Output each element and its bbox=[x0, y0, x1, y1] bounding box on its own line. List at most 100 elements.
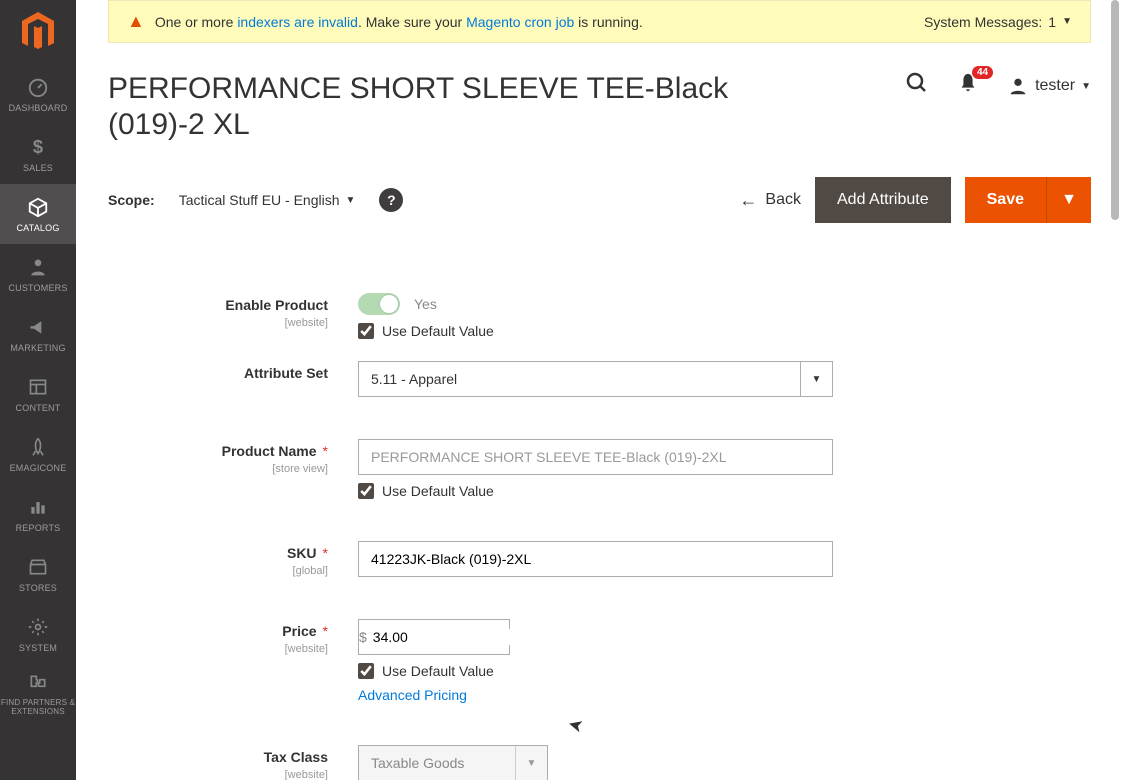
notification-badge: 44 bbox=[972, 66, 993, 79]
indexers-link[interactable]: indexers are invalid bbox=[237, 14, 358, 30]
nav-marketing[interactable]: MARKETING bbox=[0, 304, 76, 364]
system-message-bar: ▲ One or more indexers are invalid. Make… bbox=[108, 0, 1091, 43]
dashboard-icon bbox=[26, 75, 50, 99]
system-messages-toggle[interactable]: System Messages: 1 ▼ bbox=[924, 14, 1072, 30]
checkbox-input[interactable] bbox=[358, 323, 374, 339]
back-button[interactable]: ← Back bbox=[739, 190, 801, 211]
product-name-label: Product Name bbox=[222, 443, 317, 459]
sysmsg-mid: . Make sure your bbox=[358, 14, 466, 30]
price-input[interactable] bbox=[367, 629, 560, 645]
required-star: * bbox=[323, 545, 328, 561]
chevron-down-icon: ▼ bbox=[515, 746, 547, 780]
nav-customers-label: CUSTOMERS bbox=[8, 283, 67, 293]
enable-product-label: Enable Product bbox=[225, 297, 328, 313]
magento-logo-icon bbox=[20, 12, 56, 52]
product-name-input[interactable] bbox=[358, 439, 833, 475]
chevron-down-icon: ▼ bbox=[1081, 81, 1091, 92]
attribute-set-select[interactable]: 5.11 - Apparel ▼ bbox=[358, 361, 833, 397]
user-menu[interactable]: tester ▼ bbox=[1007, 75, 1091, 97]
nav-dashboard-label: DASHBOARD bbox=[9, 103, 68, 113]
price-default-checkbox[interactable]: Use Default Value bbox=[358, 663, 1091, 679]
scope-label: Scope: bbox=[108, 192, 155, 208]
required-star: * bbox=[323, 623, 328, 639]
required-star: * bbox=[323, 443, 328, 459]
nav-sales-label: SALES bbox=[23, 163, 53, 173]
system-message-text: One or more indexers are invalid. Make s… bbox=[155, 14, 643, 30]
nav-catalog[interactable]: CATALOG bbox=[0, 184, 76, 244]
sku-input[interactable] bbox=[358, 541, 833, 577]
back-label: Back bbox=[765, 191, 801, 209]
use-default-label: Use Default Value bbox=[382, 323, 494, 339]
nav-content[interactable]: CONTENT bbox=[0, 364, 76, 424]
product-name-default-checkbox[interactable]: Use Default Value bbox=[358, 483, 1091, 499]
person-icon bbox=[26, 255, 50, 279]
save-button[interactable]: Save bbox=[965, 177, 1046, 223]
sku-label: SKU bbox=[287, 545, 317, 561]
page-title: PERFORMANCE SHORT SLEEVE TEE-Black (019)… bbox=[108, 71, 748, 143]
user-name: tester bbox=[1035, 77, 1075, 95]
tax-class-label: Tax Class bbox=[264, 749, 328, 765]
nav-partners-label: FIND PARTNERS & EXTENSIONS bbox=[0, 699, 76, 717]
product-name-scope: [store view] bbox=[108, 463, 328, 475]
enable-product-scope: [website] bbox=[108, 317, 328, 329]
layout-icon bbox=[26, 375, 50, 399]
nav-stores-label: STORES bbox=[19, 583, 57, 593]
currency-symbol: $ bbox=[359, 629, 367, 645]
chevron-down-icon: ▼ bbox=[1061, 191, 1077, 209]
advanced-pricing-link[interactable]: Advanced Pricing bbox=[358, 687, 1091, 703]
nav-sales[interactable]: $ SALES bbox=[0, 124, 76, 184]
gear-icon bbox=[26, 615, 50, 639]
nav-customers[interactable]: CUSTOMERS bbox=[0, 244, 76, 304]
warning-icon: ▲ bbox=[127, 11, 145, 32]
use-default-label: Use Default Value bbox=[382, 663, 494, 679]
enable-product-default-checkbox[interactable]: Use Default Value bbox=[358, 323, 1091, 339]
sku-scope: [global] bbox=[108, 565, 328, 577]
sysmsg-right-label: System Messages: bbox=[924, 14, 1042, 30]
store-icon bbox=[26, 555, 50, 579]
notification-icon[interactable]: 44 bbox=[957, 72, 979, 100]
chevron-down-icon: ▼ bbox=[800, 362, 832, 396]
cron-link[interactable]: Magento cron job bbox=[466, 14, 574, 30]
scope-selector[interactable]: Tactical Stuff EU - English ▼ bbox=[179, 192, 356, 208]
puzzle-icon bbox=[26, 671, 50, 695]
checkbox-input[interactable] bbox=[358, 483, 374, 499]
sidebar: DASHBOARD $ SALES CATALOG CUSTOMERS MARK… bbox=[0, 0, 76, 780]
user-icon bbox=[1007, 75, 1029, 97]
sysmsg-count: 1 bbox=[1048, 14, 1056, 30]
nav-system[interactable]: SYSTEM bbox=[0, 604, 76, 664]
dollar-icon: $ bbox=[26, 135, 50, 159]
nav-system-label: SYSTEM bbox=[19, 643, 57, 653]
search-icon[interactable] bbox=[905, 71, 929, 101]
price-scope: [website] bbox=[108, 643, 328, 655]
tax-class-value: Taxable Goods bbox=[359, 755, 476, 771]
nav-reports[interactable]: REPORTS bbox=[0, 484, 76, 544]
price-input-wrapper: $ bbox=[358, 619, 510, 655]
use-default-label: Use Default Value bbox=[382, 483, 494, 499]
attribute-set-value: 5.11 - Apparel bbox=[359, 371, 469, 387]
sysmsg-prefix: One or more bbox=[155, 14, 237, 30]
help-icon[interactable]: ? bbox=[379, 188, 403, 212]
box-icon bbox=[26, 195, 50, 219]
sysmsg-suffix: is running. bbox=[574, 14, 642, 30]
tax-class-scope: [website] bbox=[108, 769, 328, 780]
enable-product-toggle[interactable] bbox=[358, 293, 400, 315]
rocket-icon bbox=[26, 435, 50, 459]
add-attribute-button[interactable]: Add Attribute bbox=[815, 177, 951, 223]
nav-emagicone[interactable]: EMAGICONE bbox=[0, 424, 76, 484]
save-dropdown-button[interactable]: ▼ bbox=[1046, 177, 1091, 223]
megaphone-icon bbox=[26, 315, 50, 339]
nav-dashboard[interactable]: DASHBOARD bbox=[0, 64, 76, 124]
chart-icon bbox=[26, 495, 50, 519]
enable-product-toggle-text: Yes bbox=[414, 296, 437, 312]
attribute-set-label: Attribute Set bbox=[244, 365, 328, 381]
nav-stores[interactable]: STORES bbox=[0, 544, 76, 604]
checkbox-input[interactable] bbox=[358, 663, 374, 679]
chevron-down-icon: ▼ bbox=[346, 195, 356, 206]
nav-partners[interactable]: FIND PARTNERS & EXTENSIONS bbox=[0, 664, 76, 724]
tax-class-select[interactable]: Taxable Goods ▼ bbox=[358, 745, 548, 780]
chevron-down-icon: ▼ bbox=[1062, 16, 1072, 27]
scope-value: Tactical Stuff EU - English bbox=[179, 192, 340, 208]
nav-emagicone-label: EMAGICONE bbox=[10, 463, 67, 473]
main-content: ▲ One or more indexers are invalid. Make… bbox=[76, 0, 1123, 780]
svg-text:$: $ bbox=[33, 137, 43, 157]
